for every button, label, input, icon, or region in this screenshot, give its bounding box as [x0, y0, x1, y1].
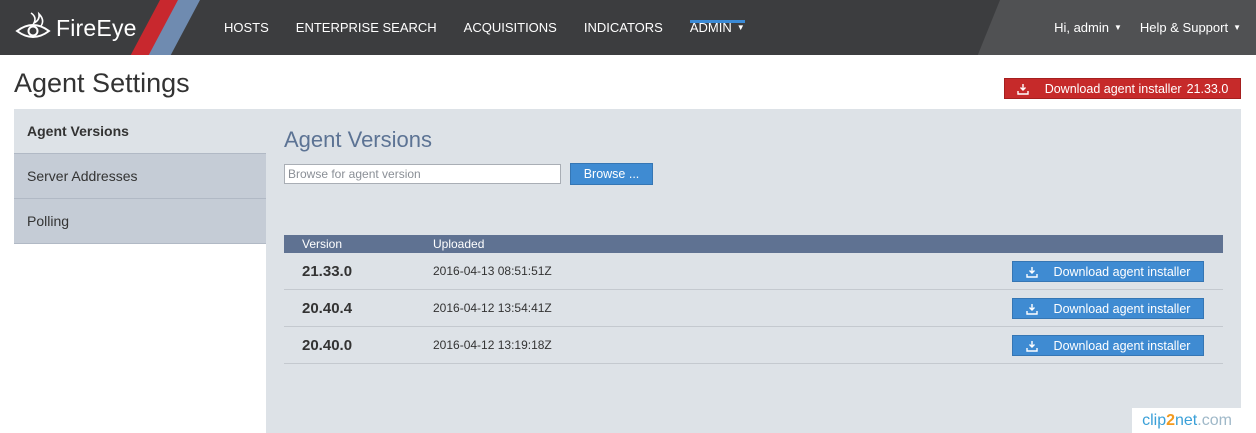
download-icon — [1025, 266, 1038, 278]
sidebar-item-label: Polling — [27, 213, 70, 229]
sidebar-item-agent-versions[interactable]: Agent Versions — [14, 109, 266, 154]
nav-item-label: ENTERPRISE SEARCH — [295, 20, 437, 35]
version-cell: 20.40.4 — [302, 300, 353, 317]
page-title: Agent Settings — [14, 68, 190, 98]
download-installer-label: Download agent installer — [1053, 264, 1191, 279]
uploaded-cell: 2016-04-12 13:19:18Z — [433, 338, 552, 352]
agent-versions-panel: Agent Versions Browse ... Version Upload… — [266, 109, 1241, 433]
sidebar-item-polling[interactable]: Polling — [14, 199, 266, 244]
download-icon — [1025, 340, 1038, 352]
panel-title: Agent Versions — [284, 127, 432, 152]
column-header-version: Version — [302, 237, 343, 251]
browse-agent-version-input[interactable] — [284, 164, 561, 184]
download-installer-label: Download agent installer — [1053, 301, 1191, 316]
download-button-version: 21.33.0 — [1186, 81, 1229, 96]
caret-down-icon: ▼ — [736, 23, 745, 32]
column-header-uploaded: Uploaded — [433, 237, 485, 251]
fireeye-logo-icon — [15, 11, 51, 38]
uploaded-cell: 2016-04-12 13:54:41Z — [433, 301, 552, 315]
nav-item-enterprise-search[interactable]: ENTERPRISE SEARCH — [296, 0, 437, 55]
table-row: 20.40.0 2016-04-12 13:19:18Z Download ag… — [284, 327, 1223, 364]
download-installer-label: Download agent installer — [1053, 338, 1191, 353]
watermark-part: 2 — [1166, 411, 1175, 429]
version-cell: 21.33.0 — [302, 263, 353, 280]
caret-down-icon: ▼ — [1113, 23, 1122, 32]
sidebar-item-server-addresses[interactable]: Server Addresses — [14, 154, 266, 199]
user-menu-label: Hi, admin — [1054, 20, 1109, 35]
nav-item-label: HOSTS — [224, 20, 269, 35]
table-row: 20.40.4 2016-04-12 13:54:41Z Download ag… — [284, 290, 1223, 327]
top-navigation-bar: FireEye HOSTS ENTERPRISE SEARCH ACQUISIT… — [0, 0, 1256, 55]
download-installer-button[interactable]: Download agent installer — [1012, 298, 1204, 319]
settings-sidebar: Agent Versions Server Addresses Polling — [14, 109, 266, 244]
watermark-part: .com — [1197, 411, 1232, 429]
nav-item-indicators[interactable]: INDICATORS — [584, 0, 663, 55]
user-nav: Hi, admin ▼ Help & Support ▼ — [1036, 0, 1241, 55]
nav-item-label: INDICATORS — [583, 20, 663, 35]
download-installer-button[interactable]: Download agent installer — [1012, 335, 1204, 356]
nav-item-admin[interactable]: ADMIN ▼ — [689, 0, 745, 55]
download-button-label: Download agent installer — [1044, 81, 1182, 96]
sidebar-item-label: Agent Versions — [27, 123, 129, 139]
watermark-part: clip — [1142, 411, 1167, 429]
help-menu-label: Help & Support — [1139, 20, 1229, 35]
table-row: 21.33.0 2016-04-13 08:51:51Z Download ag… — [284, 253, 1223, 290]
fireeye-logo[interactable]: FireEye — [14, 10, 137, 46]
nav-item-label: ACQUISITIONS — [463, 20, 557, 35]
version-cell: 20.40.0 — [302, 337, 353, 354]
nav-item-label: ADMIN — [689, 20, 732, 35]
help-support-menu[interactable]: Help & Support ▼ — [1140, 0, 1241, 55]
browse-button[interactable]: Browse ... — [570, 163, 653, 185]
nav-item-acquisitions[interactable]: ACQUISITIONS — [464, 0, 557, 55]
clip2net-watermark: clip 2 net .com — [1132, 408, 1242, 433]
uploaded-cell: 2016-04-13 08:51:51Z — [433, 264, 552, 278]
watermark-part: net — [1175, 411, 1198, 429]
download-agent-installer-button[interactable]: Download agent installer 21.33.0 — [1004, 78, 1241, 99]
sidebar-item-label: Server Addresses — [27, 168, 138, 184]
logo-text: FireEye — [56, 14, 137, 41]
agent-versions-table: Version Uploaded 21.33.0 2016-04-13 08:5… — [284, 235, 1223, 364]
download-installer-button[interactable]: Download agent installer — [1012, 261, 1204, 282]
download-icon — [1025, 303, 1038, 315]
nav-item-hosts[interactable]: HOSTS — [224, 0, 269, 55]
table-header: Version Uploaded — [284, 235, 1223, 253]
user-menu[interactable]: Hi, admin ▼ — [1054, 0, 1122, 55]
caret-down-icon: ▼ — [1233, 23, 1241, 32]
download-icon — [1016, 83, 1029, 95]
main-nav: HOSTS ENTERPRISE SEARCH ACQUISITIONS IND… — [224, 0, 772, 55]
